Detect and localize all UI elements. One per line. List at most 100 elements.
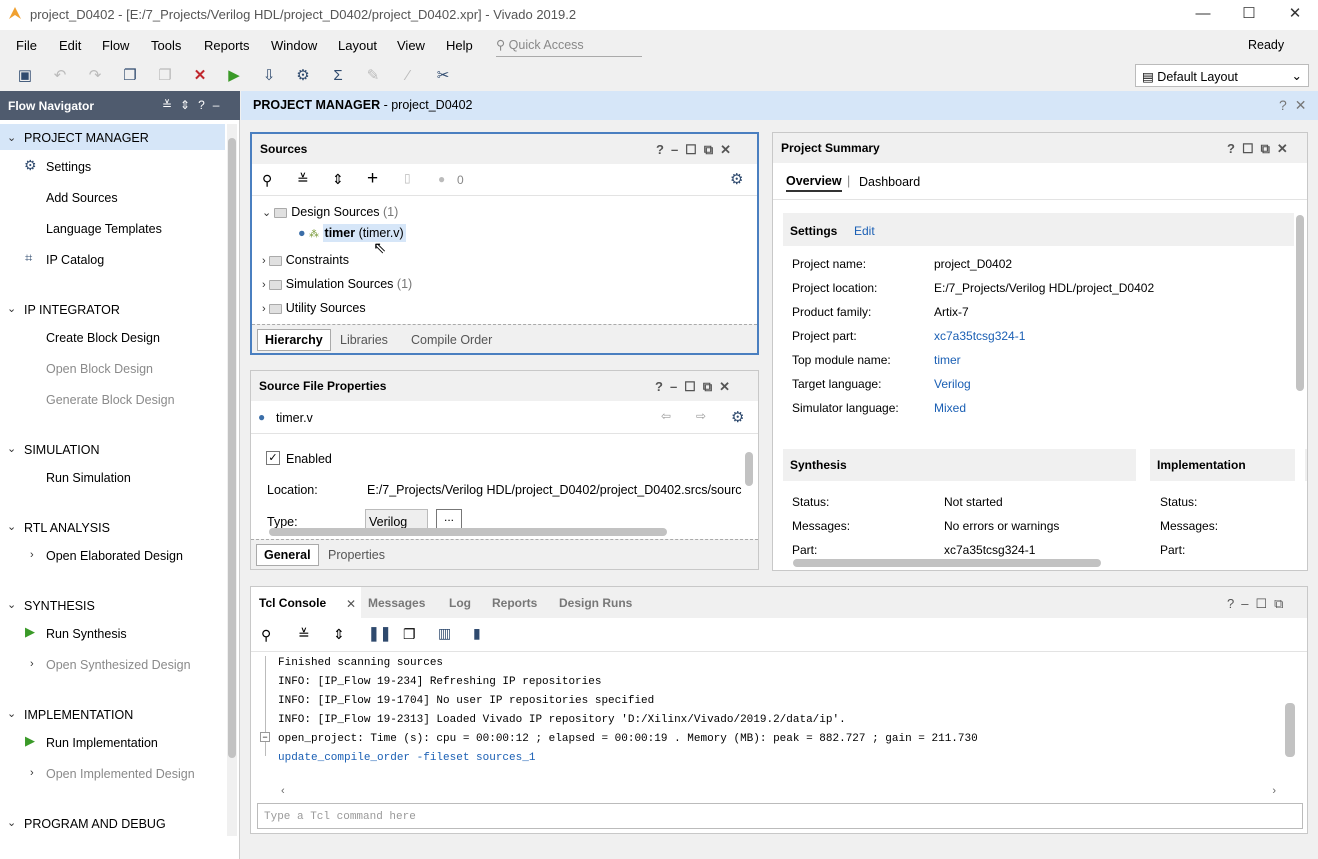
- summary-vertical-scrollbar[interactable]: [1295, 201, 1305, 556]
- wand-icon[interactable]: ⁄: [397, 65, 419, 87]
- chevron-down-icon[interactable]: ⌄: [7, 816, 16, 829]
- nav-implementation[interactable]: IMPLEMENTATION: [24, 708, 133, 722]
- open-project-icon[interactable]: ▣: [14, 65, 36, 87]
- copy-icon[interactable]: ❐: [403, 626, 416, 643]
- fold-minus-icon[interactable]: −: [260, 732, 270, 742]
- chevron-right-icon[interactable]: ›: [30, 549, 34, 561]
- tab-overview[interactable]: Overview: [786, 174, 842, 192]
- tools-icon[interactable]: ✂: [432, 65, 454, 87]
- nav-run-implementation[interactable]: Run Implementation: [46, 736, 158, 750]
- summary-horizontal-scrollbar[interactable]: [781, 559, 1297, 567]
- sigma-icon[interactable]: Σ: [327, 65, 349, 87]
- panel-window-controls-icon[interactable]: ?–☐⧉✕: [655, 379, 737, 395]
- nav-run-simulation[interactable]: Run Simulation: [46, 471, 131, 485]
- tree-design-sources[interactable]: ⌄ Design Sources (1): [262, 205, 398, 219]
- menu-help[interactable]: Help: [446, 38, 473, 53]
- copy-icon[interactable]: ❐: [119, 65, 141, 87]
- layout-select[interactable]: ▤ Default Layout ⌄: [1135, 64, 1309, 87]
- tab-general[interactable]: General: [256, 544, 319, 566]
- panel-controls-icon[interactable]: ≚⇕?–: [162, 98, 227, 112]
- nav-settings[interactable]: Settings: [46, 160, 91, 174]
- nav-open-synthesized-design[interactable]: Open Synthesized Design: [46, 658, 191, 672]
- gear-icon[interactable]: ⚙: [731, 408, 744, 426]
- chevron-down-icon[interactable]: ⌄: [7, 598, 16, 611]
- tab-compile-order[interactable]: Compile Order: [411, 333, 492, 347]
- redo-icon[interactable]: ↷: [84, 65, 106, 87]
- nav-open-implemented-design[interactable]: Open Implemented Design: [46, 767, 195, 781]
- vertical-scrollbar[interactable]: [745, 440, 753, 520]
- tab-messages[interactable]: Messages: [368, 596, 425, 610]
- summary-row-value[interactable]: xc7a35tcsg324-1: [934, 329, 1025, 343]
- summary-row-value[interactable]: timer: [934, 353, 961, 367]
- horizontal-scrollbar[interactable]: [257, 528, 745, 536]
- summary-row-value[interactable]: Mixed: [934, 401, 966, 415]
- nav-language-templates[interactable]: Language Templates: [46, 222, 162, 236]
- flow-nav-scrollbar[interactable]: [227, 124, 237, 836]
- menu-reports[interactable]: Reports: [204, 38, 250, 53]
- trash-icon[interactable]: ▮: [473, 625, 481, 642]
- forward-arrow-icon[interactable]: ⇨: [696, 409, 706, 423]
- nav-ip-integrator[interactable]: IP INTEGRATOR: [24, 303, 120, 317]
- search-icon[interactable]: ⚲: [261, 627, 271, 644]
- tab-log[interactable]: Log: [449, 596, 471, 610]
- enabled-checkbox[interactable]: ✓: [266, 451, 280, 465]
- tab-dashboard[interactable]: Dashboard: [859, 175, 920, 189]
- chevron-down-icon[interactable]: ⌄: [262, 207, 274, 219]
- tab-tcl-console[interactable]: Tcl Console: [251, 587, 361, 618]
- nav-open-elaborated-design[interactable]: Open Elaborated Design: [46, 549, 183, 563]
- chevron-right-icon[interactable]: ›: [262, 303, 269, 315]
- menu-tools[interactable]: Tools: [151, 38, 181, 53]
- tree-utility-sources[interactable]: › Utility Sources: [262, 301, 366, 315]
- tab-reports[interactable]: Reports: [492, 596, 537, 610]
- add-icon[interactable]: +: [367, 168, 378, 190]
- nav-project-manager[interactable]: PROJECT MANAGER: [24, 131, 149, 145]
- nav-run-synthesis[interactable]: Run Synthesis: [46, 627, 127, 641]
- chevron-right-icon[interactable]: ›: [262, 255, 269, 267]
- menu-edit[interactable]: Edit: [59, 38, 81, 53]
- collapse-all-icon[interactable]: ≚: [298, 626, 310, 643]
- nav-simulation[interactable]: SIMULATION: [24, 443, 99, 457]
- nav-open-block-design[interactable]: Open Block Design: [46, 362, 153, 376]
- minimize-icon[interactable]: —: [1180, 0, 1226, 30]
- console-horizontal-scrollbar[interactable]: ‹ ›: [281, 786, 1276, 797]
- menu-window[interactable]: Window: [271, 38, 317, 53]
- program-icon[interactable]: ⇩: [258, 65, 280, 87]
- chevron-down-icon[interactable]: ⌄: [7, 302, 16, 315]
- expand-all-icon[interactable]: ⇕: [333, 626, 345, 643]
- tree-top-module[interactable]: ● ⁂ timer (timer.v): [298, 224, 406, 242]
- help-close-icon[interactable]: ?✕: [1279, 97, 1315, 114]
- nav-ip-catalog[interactable]: IP Catalog: [46, 253, 104, 267]
- type-more-button[interactable]: ...: [436, 509, 462, 530]
- chevron-down-icon[interactable]: ⌄: [7, 442, 16, 455]
- chevron-right-icon[interactable]: ›: [262, 279, 269, 291]
- tree-constraints[interactable]: › Constraints: [262, 253, 349, 267]
- close-icon[interactable]: ✕: [346, 597, 356, 611]
- menu-file[interactable]: File: [16, 38, 37, 53]
- run-icon[interactable]: ▶: [223, 65, 245, 87]
- debug-icon[interactable]: ✎: [362, 65, 384, 87]
- menu-layout[interactable]: Layout: [338, 38, 377, 53]
- tree-simulation-sources[interactable]: › Simulation Sources (1): [262, 277, 412, 291]
- undo-icon[interactable]: ↶: [49, 65, 71, 87]
- delete-icon[interactable]: ✕: [189, 65, 211, 87]
- nav-program-and-debug[interactable]: PROGRAM AND DEBUG: [24, 817, 166, 831]
- tab-design-runs[interactable]: Design Runs: [559, 596, 632, 610]
- gear-icon[interactable]: ⚙: [730, 170, 743, 188]
- quick-access-box[interactable]: ⚲ Quick Access: [496, 35, 642, 57]
- nav-rtl-analysis[interactable]: RTL ANALYSIS: [24, 521, 110, 535]
- chevron-right-icon[interactable]: ›: [30, 767, 34, 779]
- nav-add-sources[interactable]: Add Sources: [46, 191, 118, 205]
- back-arrow-icon[interactable]: ⇦: [661, 409, 671, 423]
- chevron-down-icon[interactable]: ⌄: [7, 707, 16, 720]
- tcl-command-input[interactable]: Type a Tcl command here: [257, 803, 1303, 829]
- expand-all-icon[interactable]: ⇕: [332, 171, 344, 188]
- chevron-down-icon[interactable]: ⌄: [7, 520, 16, 533]
- nav-synthesis[interactable]: SYNTHESIS: [24, 599, 95, 613]
- settings-edit-link[interactable]: Edit: [854, 224, 875, 238]
- pause-icon[interactable]: ❚❚: [368, 625, 391, 642]
- menu-flow[interactable]: Flow: [102, 38, 129, 53]
- question-doc-icon[interactable]: ▯: [404, 171, 411, 185]
- close-icon[interactable]: ✕: [1272, 0, 1318, 30]
- nav-generate-block-design[interactable]: Generate Block Design: [46, 393, 175, 407]
- maximize-icon[interactable]: ☐: [1226, 0, 1272, 30]
